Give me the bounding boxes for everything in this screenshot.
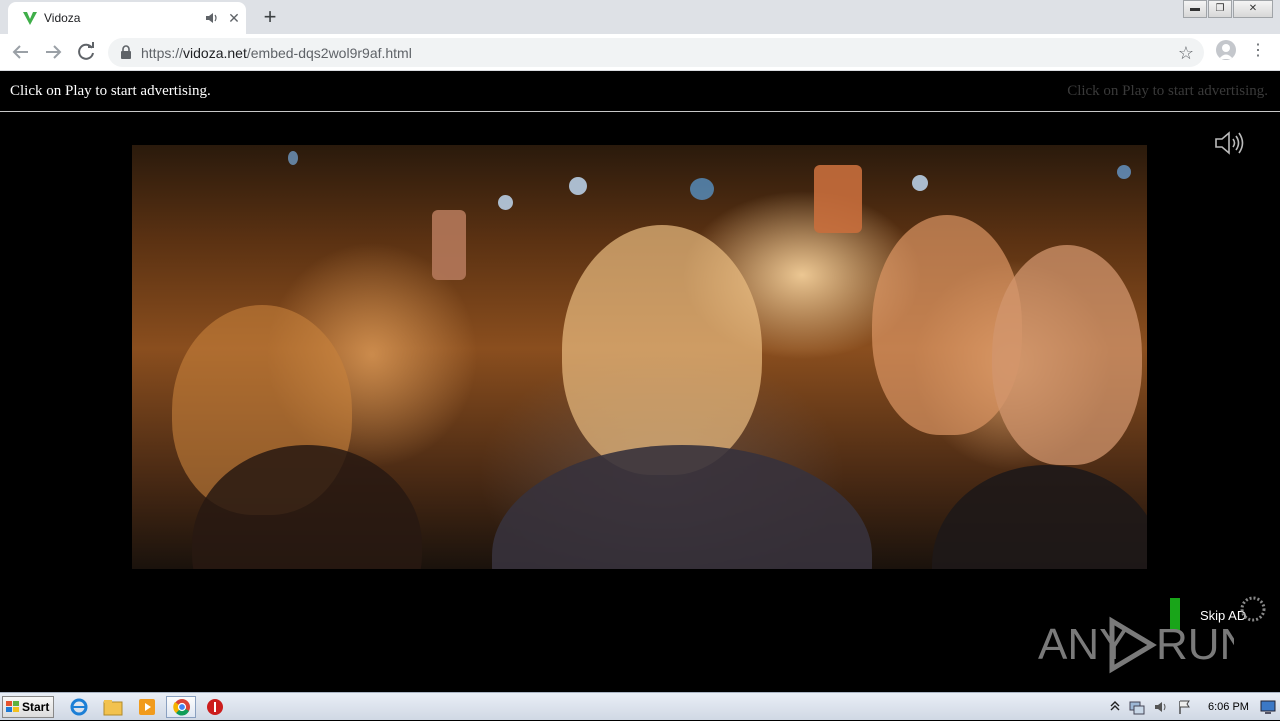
- tab-title: Vidoza: [44, 11, 81, 25]
- windows-flag-icon: [6, 701, 19, 712]
- stage-light: [498, 195, 513, 210]
- phone-in-hand: [814, 165, 862, 233]
- forward-icon[interactable]: [41, 40, 65, 64]
- ad-message-right[interactable]: Click on Play to start advertising.: [1067, 83, 1268, 100]
- crowd-figure: [932, 465, 1147, 569]
- volume-icon[interactable]: [1214, 130, 1246, 156]
- reload-icon[interactable]: [74, 40, 98, 64]
- vidoza-logo-icon: [23, 12, 37, 25]
- address-bar[interactable]: https://vidoza.net/embed-dqs2wol9r9af.ht…: [108, 38, 1204, 67]
- close-window-button[interactable]: ✕: [1233, 0, 1273, 18]
- crowd-figure: [562, 225, 762, 475]
- tab-vidoza[interactable]: Vidoza ✕: [8, 2, 246, 34]
- browser-toolbar: https://vidoza.net/embed-dqs2wol9r9af.ht…: [0, 34, 1280, 71]
- internet-explorer-icon[interactable]: [68, 697, 90, 717]
- start-label: Start: [22, 700, 50, 714]
- tab-close-icon[interactable]: ✕: [226, 10, 242, 26]
- new-tab-button[interactable]: +: [258, 5, 282, 29]
- url-host: vidoza.net: [183, 45, 247, 61]
- loading-spinner-icon: [1240, 596, 1266, 622]
- url-scheme: https://: [141, 45, 184, 61]
- stop-icon[interactable]: [204, 697, 226, 717]
- crowd-figure: [992, 245, 1142, 465]
- show-hidden-icons-icon[interactable]: [1110, 700, 1120, 712]
- tab-audio-icon[interactable]: [205, 11, 219, 25]
- chrome-icon: [173, 699, 190, 716]
- start-button[interactable]: Start: [2, 696, 54, 718]
- taskbar: Start 6:06 PM: [0, 692, 1280, 720]
- url-path: /embed-dqs2wol9r9af.html: [246, 45, 412, 61]
- back-icon[interactable]: [9, 40, 33, 64]
- watermark-text-run: RUN: [1156, 620, 1234, 669]
- lock-icon[interactable]: [120, 45, 132, 59]
- minimize-button[interactable]: ▬: [1183, 0, 1207, 18]
- page-content: Click on Play to start advertising. Clic…: [0, 72, 1280, 692]
- stage-light: [569, 177, 587, 195]
- stage-light: [1117, 165, 1131, 179]
- speaker-tray-icon[interactable]: [1153, 699, 1169, 715]
- ad-message-left[interactable]: Click on Play to start advertising.: [10, 83, 211, 100]
- file-explorer-icon[interactable]: [102, 697, 124, 717]
- taskbar-chrome-button[interactable]: [166, 696, 196, 718]
- ad-bar: Click on Play to start advertising. Clic…: [0, 72, 1280, 112]
- bookmark-star-icon[interactable]: ☆: [1176, 43, 1196, 63]
- video-player[interactable]: [132, 145, 1147, 569]
- action-center-flag-icon[interactable]: [1177, 699, 1193, 715]
- network-icon[interactable]: [1129, 699, 1145, 715]
- anyrun-watermark: ANY RUN: [1038, 616, 1234, 674]
- tab-strip: Vidoza ✕ + ▬ ❐ ✕: [0, 0, 1280, 34]
- profile-avatar[interactable]: [1216, 40, 1236, 60]
- stage-light: [690, 178, 714, 200]
- person-icon: [1219, 44, 1233, 59]
- crowd-figure: [492, 445, 872, 569]
- watermark-text-any: ANY: [1038, 620, 1128, 669]
- show-desktop-icon[interactable]: [1260, 699, 1276, 715]
- browser-menu-icon[interactable]: ⋮: [1250, 41, 1266, 61]
- phone-in-hand: [432, 210, 466, 280]
- restore-button[interactable]: ❐: [1208, 0, 1232, 18]
- taskbar-clock[interactable]: 6:06 PM: [1208, 701, 1249, 713]
- stage-light: [912, 175, 928, 191]
- url-text[interactable]: https://vidoza.net/embed-dqs2wol9r9af.ht…: [141, 45, 412, 61]
- system-tray: [1105, 693, 1280, 721]
- stage-light: [288, 151, 298, 165]
- media-player-icon[interactable]: [136, 697, 158, 717]
